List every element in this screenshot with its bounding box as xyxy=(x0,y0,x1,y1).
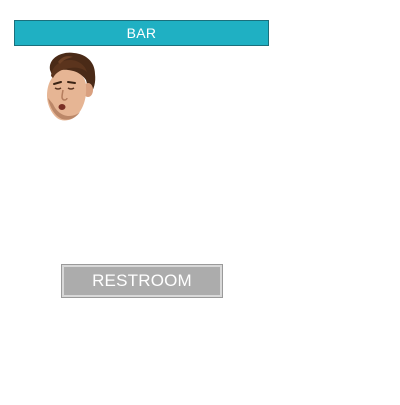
bar-button[interactable]: BAR xyxy=(14,20,269,46)
avatar xyxy=(38,50,100,124)
restroom-button[interactable]: RESTROOM xyxy=(61,264,223,298)
face-head-icon xyxy=(47,52,96,121)
